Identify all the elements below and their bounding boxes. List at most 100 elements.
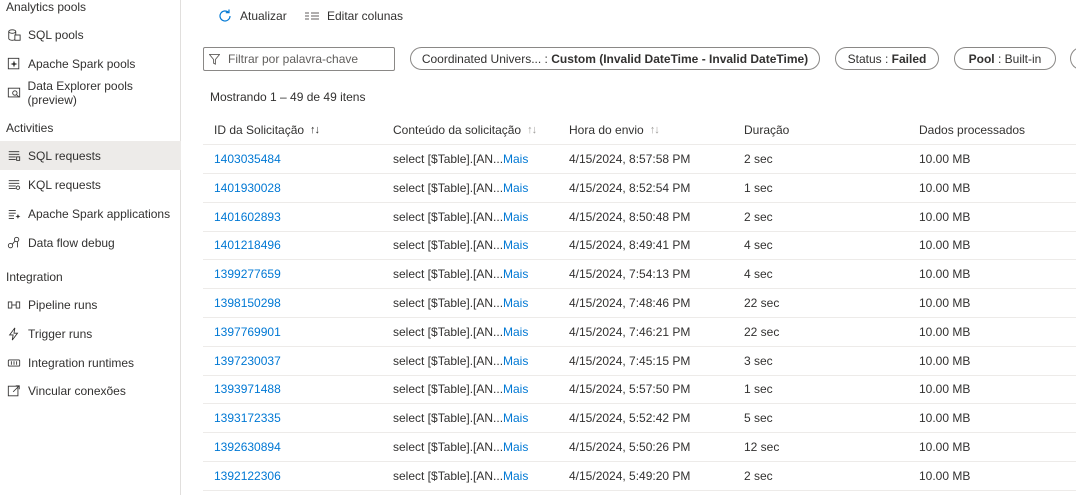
status-filter-key: Status bbox=[847, 51, 882, 66]
table-row[interactable]: 1393971488 select [$Table].[AN... Mais 4/15… bbox=[203, 375, 1076, 405]
request-id-link[interactable]: 1401602893 bbox=[214, 203, 281, 232]
more-filters-pill[interactable] bbox=[1070, 47, 1076, 70]
sidebar-item-spark-applications[interactable]: Apache Spark applications bbox=[0, 199, 181, 228]
column-header-submit-time[interactable]: Hora do envio ↑↓ bbox=[569, 123, 660, 137]
status-filter-pill[interactable]: Status : Failed bbox=[835, 47, 939, 70]
duration: 22 sec bbox=[744, 324, 780, 339]
results-count: Mostrando 1 – 49 de 49 itens bbox=[210, 90, 366, 104]
sort-icon: ↑↓ bbox=[310, 124, 320, 136]
submit-time: 4/15/2024, 7:46:21 PM bbox=[569, 324, 691, 339]
request-id-link[interactable]: 1392630894 bbox=[214, 433, 281, 462]
duration: 22 sec bbox=[744, 296, 780, 310]
sidebar-item-trigger-runs[interactable]: Trigger runs bbox=[0, 319, 181, 348]
sort-icon: ↑↓ bbox=[527, 124, 537, 136]
column-header-label: ID da Solicitação bbox=[214, 123, 305, 137]
submit-time: 4/15/2024, 8:57:58 PM bbox=[569, 152, 691, 166]
request-content: select [$Table].[AN... bbox=[393, 468, 504, 483]
request-id-link[interactable]: 1393971488 bbox=[214, 375, 281, 404]
table-row[interactable]: 1397769901 select [$Table].[AN... Mais 4/15… bbox=[203, 318, 1076, 347]
sidebar-item-label: Data Explorer pools (preview) bbox=[27, 78, 133, 107]
table-row[interactable]: 1397230037 select [$Table].[AN... Mais 4/15… bbox=[203, 347, 1076, 376]
pool-filter-separator: : bbox=[994, 51, 1005, 66]
sidebar-item-sql-requests[interactable]: SQL requests bbox=[0, 141, 181, 170]
request-id-link[interactable]: 1392122306 bbox=[214, 462, 281, 491]
keyword-filter-placeholder: Filtrar por palavra-chave bbox=[228, 52, 359, 66]
table-row[interactable]: 1401930028 select [$Table].[AN... Mais 4/15… bbox=[203, 174, 1076, 203]
more-link[interactable]: Mais bbox=[503, 375, 528, 404]
request-id-link[interactable]: 1399277659 bbox=[214, 260, 281, 289]
time-range-filter-pill[interactable]: Coordinated Univers... : Custom (Invalid… bbox=[410, 47, 820, 70]
more-link[interactable]: Mais bbox=[503, 260, 528, 289]
table-row[interactable]: 1401218496 select [$Table].[AN... Mais 4/15… bbox=[203, 231, 1076, 261]
data-processed: 10.00 MB bbox=[919, 324, 971, 339]
more-link[interactable]: Mais bbox=[503, 404, 528, 433]
sidebar-item-kql-requests[interactable]: KQL requests bbox=[0, 170, 181, 199]
spark-app-icon bbox=[6, 206, 22, 222]
more-link[interactable]: Mais bbox=[503, 174, 528, 203]
more-link[interactable]: Mais bbox=[503, 347, 528, 376]
column-header-duration[interactable]: Duração bbox=[744, 123, 789, 137]
duration: 2 sec bbox=[744, 468, 773, 483]
column-header-label: Duração bbox=[744, 123, 790, 137]
sidebar-item-data-explorer-pools[interactable]: Data Explorer pools (preview) bbox=[0, 78, 181, 107]
more-link[interactable]: Mais bbox=[503, 145, 528, 174]
sidebar-item-spark-pools[interactable]: Apache Spark pools bbox=[0, 49, 181, 78]
table-row[interactable]: 1392122306 select [$Table].[AN... Mais 4/15… bbox=[203, 462, 1076, 491]
request-id-link[interactable]: 1401218496 bbox=[214, 231, 281, 260]
duration: 12 sec bbox=[744, 440, 780, 454]
sidebar-item-data-flow-debug[interactable]: Data flow debug bbox=[0, 228, 181, 257]
pool-filter-value: Built-in bbox=[1004, 51, 1042, 66]
request-id-link[interactable]: 1397769901 bbox=[214, 318, 281, 347]
more-link[interactable]: Mais bbox=[503, 289, 528, 318]
column-header-request-content[interactable]: Conteúdo da solicitação ↑↓ bbox=[393, 123, 537, 137]
sidebar-item-integration-runtimes[interactable]: Integration runtimes bbox=[0, 348, 181, 377]
table-row[interactable]: 1401602893 select [$Table].[AN... Mais 4/15… bbox=[203, 203, 1076, 232]
sidebar-item-label: Vincular conexões bbox=[28, 383, 126, 398]
request-content: select [$Table].[AN... bbox=[393, 180, 504, 195]
table-row[interactable]: 1392630894 select [$Table].[AN... Mais 4/15… bbox=[203, 433, 1076, 462]
edit-columns-button[interactable]: Editar colunas bbox=[304, 8, 403, 24]
sidebar-item-label: SQL requests bbox=[28, 148, 101, 163]
request-content: select [$Table].[AN... bbox=[393, 440, 504, 454]
submit-time: 4/15/2024, 5:50:26 PM bbox=[569, 440, 691, 454]
submit-time: 4/15/2024, 8:49:41 PM bbox=[569, 238, 691, 253]
sidebar-item-label: Trigger runs bbox=[28, 326, 93, 341]
table-row[interactable]: 1393172335 select [$Table].[AN... Mais 4/15… bbox=[203, 404, 1076, 434]
request-id-link[interactable]: 1403035484 bbox=[214, 145, 281, 174]
submit-time: 4/15/2024, 5:52:42 PM bbox=[569, 411, 691, 426]
sidebar-item-sql-pools[interactable]: SQL pools bbox=[0, 20, 181, 49]
column-header-request-id[interactable]: ID da Solicitação ↑↓ bbox=[214, 123, 320, 137]
more-link[interactable]: Mais bbox=[503, 231, 528, 260]
sidebar: Analytics pools SQL pools Apache Spark p… bbox=[0, 0, 181, 495]
data-processed: 10.00 MB bbox=[919, 411, 971, 426]
table-row[interactable]: 1398150298 select [$Table].[AN... Mais 4/15… bbox=[203, 289, 1076, 318]
pool-filter-key: Pool bbox=[968, 51, 995, 66]
request-id-link[interactable]: 1393172335 bbox=[214, 404, 281, 433]
pool-filter-pill[interactable]: Pool : Built-in bbox=[954, 47, 1056, 70]
data-processed: 10.00 MB bbox=[919, 468, 971, 483]
request-id-link[interactable]: 1398150298 bbox=[214, 289, 281, 318]
more-link[interactable]: Mais bbox=[503, 433, 528, 462]
more-link[interactable]: Mais bbox=[503, 462, 528, 491]
time-filter-key: Coordinated Univers... bbox=[421, 51, 542, 66]
sidebar-item-link-connections[interactable]: Vincular conexões bbox=[0, 376, 181, 405]
keyword-filter-input[interactable]: Filtrar por palavra-chave bbox=[203, 47, 395, 71]
data-processed: 10.00 MB bbox=[919, 440, 971, 454]
refresh-icon bbox=[219, 9, 231, 22]
table-row[interactable]: 1399277659 select [$Table].[AN... Mais 4/15… bbox=[203, 260, 1076, 290]
section-analytics-pools: Analytics pools bbox=[6, 0, 87, 14]
submit-time: 4/15/2024, 7:48:46 PM bbox=[569, 296, 691, 310]
more-link[interactable]: Mais bbox=[503, 318, 528, 347]
refresh-button[interactable]: Atualizar bbox=[217, 8, 287, 24]
more-link[interactable]: Mais bbox=[503, 203, 528, 232]
table-row[interactable]: 1403035484 select [$Table].[AN... Mais 4/15… bbox=[203, 145, 1076, 174]
sidebar-item-pipeline-runs[interactable]: Pipeline runs bbox=[0, 290, 181, 319]
pipeline-icon bbox=[6, 297, 22, 313]
request-id-link[interactable]: 1401930028 bbox=[214, 174, 281, 203]
request-content: select [$Table].[AN... bbox=[393, 267, 504, 282]
column-header-data-processed[interactable]: Dados processados bbox=[919, 123, 1025, 137]
submit-time: 4/15/2024, 7:54:13 PM bbox=[569, 267, 691, 282]
request-id-link[interactable]: 1397230037 bbox=[214, 347, 281, 376]
status-filter-value: Failed bbox=[891, 51, 927, 66]
request-content: select [$Table].[AN... bbox=[393, 296, 504, 310]
